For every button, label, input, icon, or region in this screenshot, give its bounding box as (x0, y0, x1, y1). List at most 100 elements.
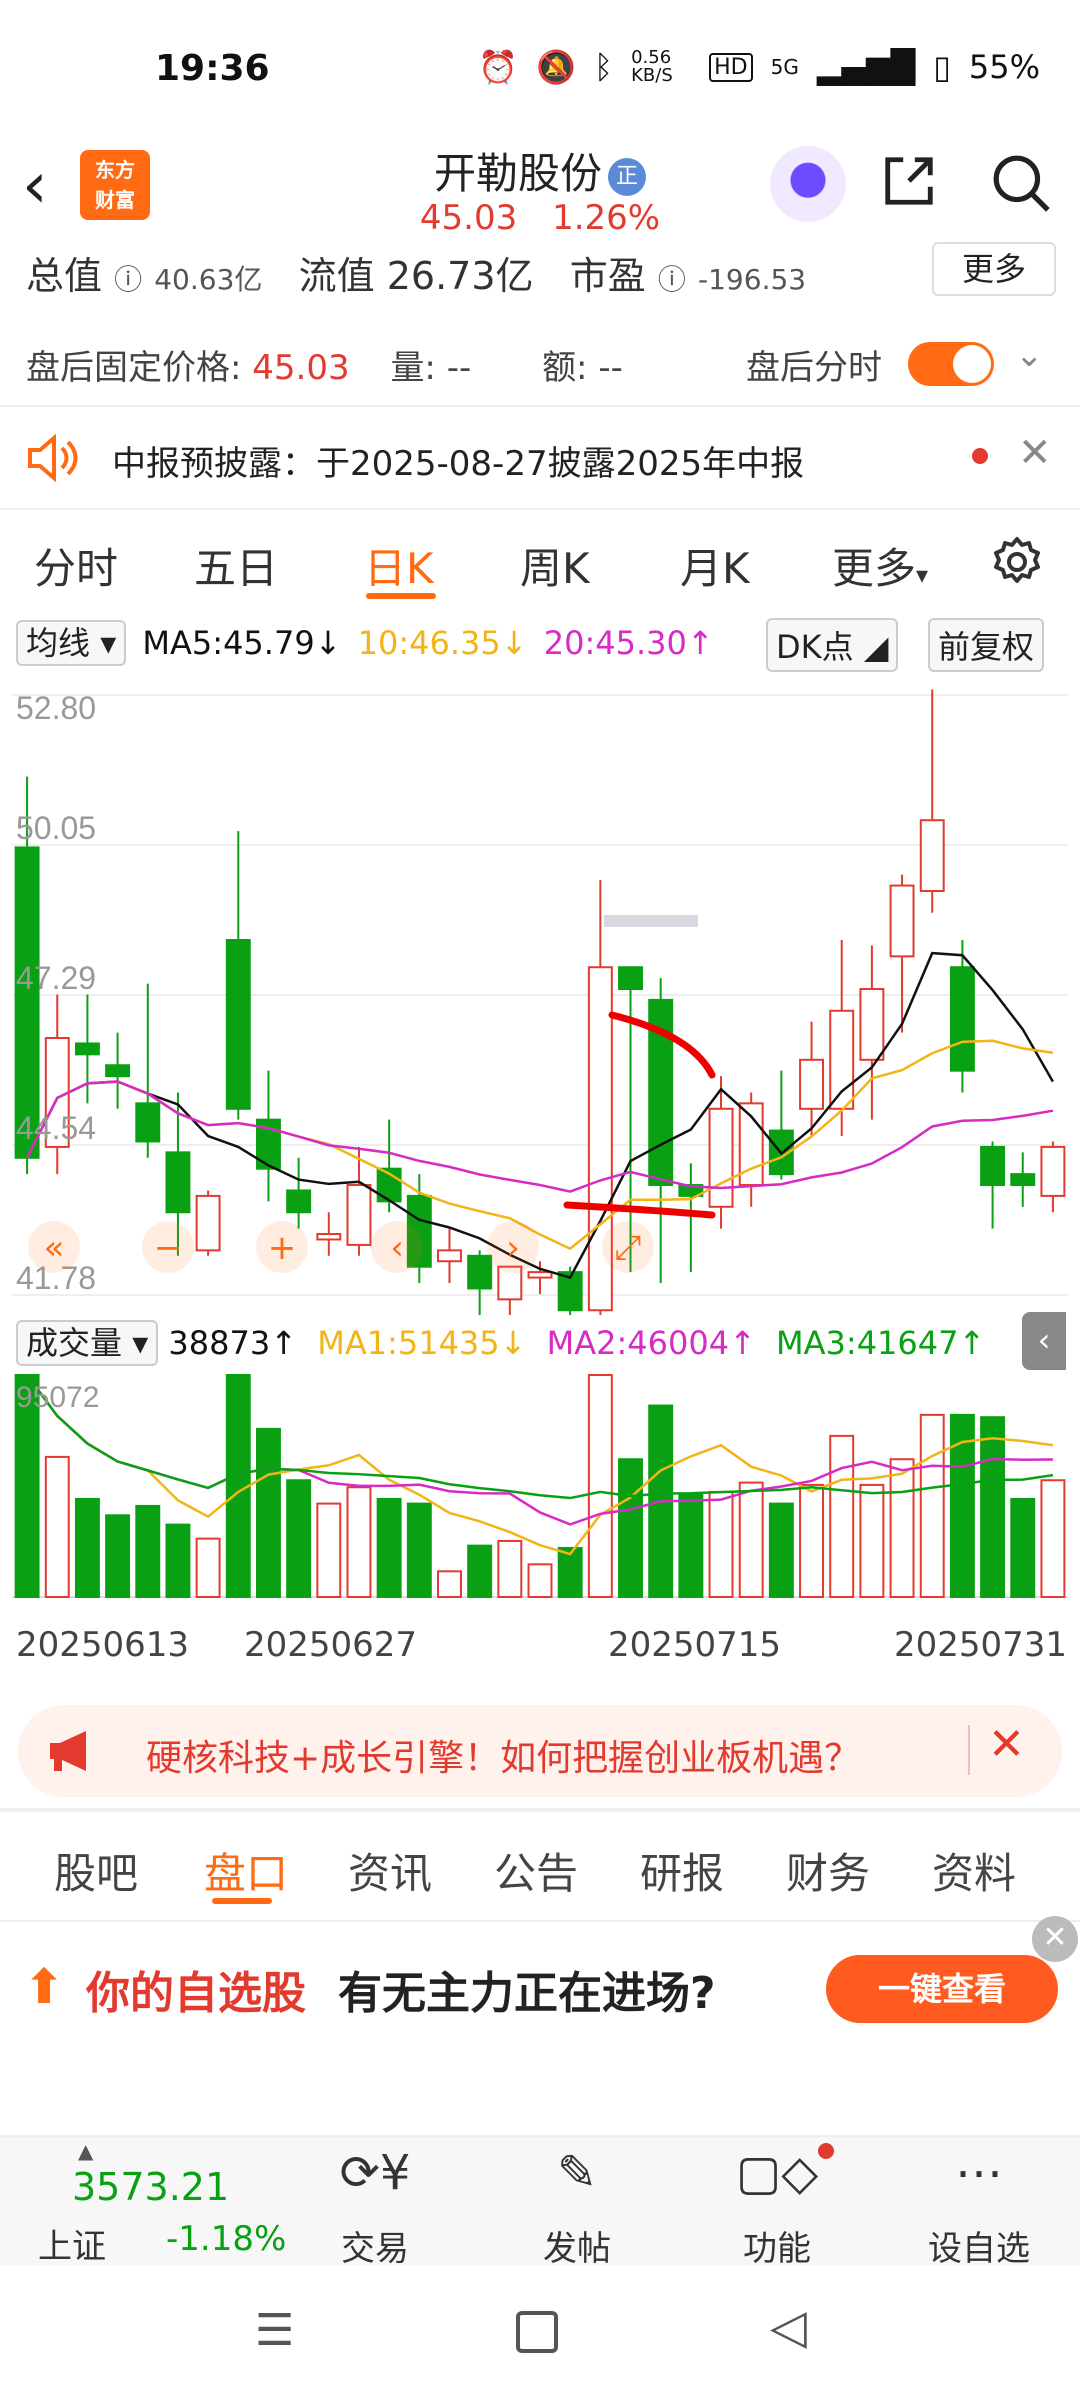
zoom-in-button-glyph: + (268, 1228, 297, 1268)
ai-assistant-icon[interactable] (770, 146, 846, 222)
candle-body (467, 1254, 493, 1290)
vol-ma1-text: MA1:51435 (317, 1324, 500, 1362)
volume-bar (316, 1502, 342, 1598)
volume-bar (980, 1416, 1006, 1598)
volume-bar (919, 1413, 945, 1599)
home-icon[interactable] (516, 2311, 558, 2353)
menu-icon[interactable]: ☰ (255, 2305, 294, 2356)
volume-bar (859, 1483, 885, 1598)
dk-point-button[interactable]: DK点 ◢ (766, 618, 899, 672)
tab-five-day[interactable]: 五日 (194, 535, 278, 596)
ad-highlight: 你的自选股 (86, 1968, 306, 2019)
index-value[interactable]: 3573.21 (72, 2165, 229, 2209)
after-price: 45.03 (252, 348, 350, 388)
nav-trade[interactable]: 交易 (300, 2221, 450, 2270)
tab-intraday[interactable]: 分时 (34, 535, 118, 596)
section-tabs: 股吧 盘口 资讯 公告 研报 财务 资料 (0, 1810, 1080, 1920)
more-button[interactable]: 更多 (932, 242, 1056, 296)
volume-bar (497, 1539, 523, 1599)
close-icon[interactable]: ✕ (1032, 1916, 1078, 1962)
valuation-row: 总值 ⓘ 40.63亿 流值 26.73亿 市盈 ⓘ -196.53 (26, 245, 806, 300)
close-icon[interactable]: ✕ (1018, 430, 1052, 476)
tab-order-book[interactable]: 盘口 (204, 1840, 288, 1901)
tab-research[interactable]: 研报 (640, 1840, 724, 1901)
info-icon[interactable]: ⓘ (114, 263, 142, 296)
nav-post[interactable]: 发帖 (502, 2221, 652, 2270)
ma-legend: 均线 ▾ MA5:45.79↓ 10:46.35↓ 20:45.30↑ DK点 … (16, 618, 1066, 672)
stock-price: 45.03 (419, 198, 518, 238)
prev-button-glyph: ‹ (390, 1228, 404, 1268)
post-icon[interactable]: ✎ (502, 2145, 652, 2201)
candle-body (135, 1102, 161, 1143)
vol-ma2: MA2:46004↑ (546, 1324, 756, 1362)
ma10-value: 10:46.35↓ (357, 624, 528, 662)
stock-name: 开勒股份 (433, 149, 602, 198)
after-amount: 额: -- (542, 348, 623, 388)
alarm-icon: ⏰ (478, 48, 519, 86)
vol-ma2-text: MA2:46004 (546, 1324, 730, 1362)
divider (0, 1920, 1080, 1922)
volume-bar (286, 1479, 312, 1598)
y-tick-label: 52.80 (16, 690, 96, 726)
collapse-panel-icon[interactable]: ‹ (1022, 1312, 1066, 1370)
volume-text: 38873 (168, 1324, 271, 1362)
system-nav-bar: ☰ ◁ (0, 2265, 1080, 2400)
candle-body (919, 819, 945, 893)
chevron-down-icon[interactable]: ⌄ (1015, 335, 1044, 375)
price-adjust-button[interactable]: 前复权 (928, 618, 1045, 672)
battery-icon: ▯ (933, 48, 951, 86)
megaphone-icon (50, 1731, 86, 1771)
ma5-value: MA5:45.79↓ (142, 624, 342, 662)
candle-body (346, 1184, 372, 1246)
tab-monthly-k[interactable]: 月K (680, 535, 750, 596)
close-icon[interactable]: ✕ (988, 1719, 1025, 1770)
nav-add-watchlist[interactable]: 设自选 (904, 2221, 1054, 2270)
bluetooth-icon: ᛒ (593, 48, 614, 86)
tab-profile[interactable]: 资料 (932, 1840, 1016, 1901)
info-icon[interactable]: ⓘ (658, 263, 686, 296)
watchlist-ad[interactable]: ⬆ 你的自选股 有无主力正在进场? 一键查看 (0, 1925, 1080, 2055)
ma20-text: 20:45.30 (543, 624, 687, 662)
promo-banner[interactable]: 硬核科技+成长引擎！如何把握创业板机遇？ ✕ (18, 1705, 1062, 1797)
after-hours-toggle[interactable] (908, 342, 994, 386)
candle-body (195, 1194, 221, 1252)
after-volume: 量: -- (390, 348, 472, 388)
volume-bar (768, 1502, 794, 1598)
candle-body (889, 884, 915, 958)
settings-icon[interactable] (990, 535, 1044, 589)
ma-selector-label: 均线 (26, 624, 91, 662)
caret-up-icon: ▲ (78, 2139, 94, 2163)
share-icon[interactable] (880, 152, 938, 210)
volume-bar (799, 1483, 825, 1598)
volume-max-label: 95072 (16, 1381, 99, 1414)
ma-selector[interactable]: 均线 ▾ (16, 620, 127, 666)
notice-bar[interactable]: 中报预披露：于2025-08-27披露2025年中报 (0, 408, 1080, 508)
candle-body (1040, 1145, 1066, 1197)
candlestick-chart[interactable]: 52.8050.0547.2944.5441.78« − + ‹ › ⤢ (12, 675, 1068, 1315)
index-change: -1.18% (166, 2219, 287, 2259)
tab-news[interactable]: 资讯 (348, 1840, 432, 1901)
candle-body (286, 1189, 312, 1214)
volume-bar (105, 1514, 131, 1598)
tab-finance[interactable]: 财务 (786, 1840, 870, 1901)
vol-ma3-text: MA3:41647 (776, 1324, 959, 1362)
tab-daily-k[interactable]: 日K (364, 535, 434, 596)
view-now-button[interactable]: 一键查看 (826, 1955, 1058, 2023)
tab-more[interactable]: 更多▾ (832, 535, 928, 596)
candle-body (1010, 1173, 1036, 1187)
tab-weekly-k[interactable]: 周K (520, 535, 590, 596)
bottom-nav: ▲ 3573.21 上证 -1.18% ⟳¥ 交易 ✎ 发帖 ▢◇ 功能 ⋯ 设… (0, 2135, 1080, 2270)
unread-dot (972, 448, 988, 464)
back-nav-icon[interactable]: ◁ (770, 2299, 807, 2355)
trade-icon[interactable]: ⟳¥ (300, 2145, 450, 2201)
tab-forum[interactable]: 股吧 (54, 1840, 138, 1901)
nav-function[interactable]: 功能 (702, 2221, 852, 2270)
more-circle-icon[interactable]: ⋯ (904, 2145, 1054, 2201)
volume-selector[interactable]: 成交量 ▾ (16, 1320, 159, 1366)
date-tick: 20250715 (608, 1625, 782, 1665)
battery-level: 55% (968, 48, 1040, 86)
tab-announcements[interactable]: 公告 (494, 1840, 578, 1901)
search-icon[interactable] (990, 152, 1052, 214)
candle-body (829, 1009, 855, 1110)
volume-bar (889, 1458, 915, 1598)
